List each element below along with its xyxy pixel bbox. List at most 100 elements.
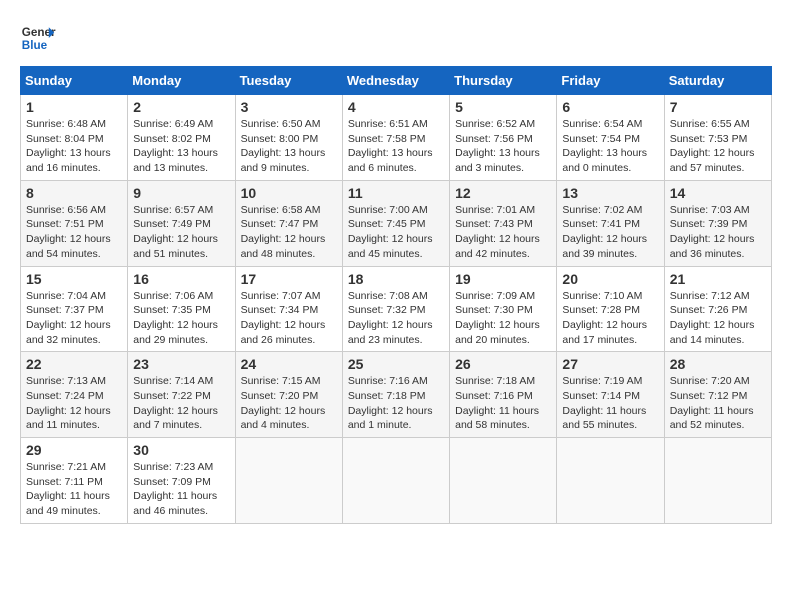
day-number: 20	[562, 271, 658, 287]
day-info: Sunrise: 7:23 AMSunset: 7:09 PMDaylight:…	[133, 461, 217, 517]
weekday-header-friday: Friday	[557, 67, 664, 95]
day-info: Sunrise: 6:48 AMSunset: 8:04 PMDaylight:…	[26, 118, 111, 174]
svg-text:Blue: Blue	[22, 39, 48, 52]
calendar-cell: 2Sunrise: 6:49 AMSunset: 8:02 PMDaylight…	[128, 95, 235, 181]
calendar-cell	[557, 438, 664, 524]
day-number: 26	[455, 356, 551, 372]
calendar-cell: 26 Sunrise: 7:18 AMSunset: 7:16 PMDayligh…	[450, 352, 557, 438]
day-number: 4	[348, 99, 444, 115]
day-info: Sunrise: 7:00 AMSunset: 7:45 PMDaylight:…	[348, 204, 433, 260]
day-number: 22	[26, 356, 122, 372]
day-info: Sunrise: 6:57 AMSunset: 7:49 PMDaylight:…	[133, 204, 218, 260]
day-number: 5	[455, 99, 551, 115]
calendar-cell: 27 Sunrise: 7:19 AMSunset: 7:14 PMDayligh…	[557, 352, 664, 438]
weekday-header-row: SundayMondayTuesdayWednesdayThursdayFrid…	[21, 67, 772, 95]
day-info: Sunrise: 7:02 AMSunset: 7:41 PMDaylight:…	[562, 204, 647, 260]
calendar-cell: 18 Sunrise: 7:08 AMSunset: 7:32 PMDayligh…	[342, 266, 449, 352]
day-number: 23	[133, 356, 229, 372]
calendar-cell: 10 Sunrise: 6:58 AMSunset: 7:47 PMDayligh…	[235, 180, 342, 266]
day-info: Sunrise: 7:03 AMSunset: 7:39 PMDaylight:…	[670, 204, 755, 260]
day-number: 6	[562, 99, 658, 115]
day-info: Sunrise: 7:06 AMSunset: 7:35 PMDaylight:…	[133, 290, 218, 346]
day-number: 16	[133, 271, 229, 287]
calendar-cell: 3 Sunrise: 6:50 AMSunset: 8:00 PMDaylight…	[235, 95, 342, 181]
calendar-cell	[342, 438, 449, 524]
day-number: 15	[26, 271, 122, 287]
calendar-cell: 20Sunrise: 7:10 AMSunset: 7:28 PMDayligh…	[557, 266, 664, 352]
calendar-cell: 5Sunrise: 6:52 AMSunset: 7:56 PMDaylight…	[450, 95, 557, 181]
day-number: 19	[455, 271, 551, 287]
calendar-cell: 30 Sunrise: 7:23 AMSunset: 7:09 PMDayligh…	[128, 438, 235, 524]
calendar-cell: 21 Sunrise: 7:12 AMSunset: 7:26 PMDayligh…	[664, 266, 771, 352]
day-info: Sunrise: 6:54 AMSunset: 7:54 PMDaylight:…	[562, 118, 647, 174]
logo: General Blue	[20, 20, 56, 56]
calendar-cell: 17 Sunrise: 7:07 AMSunset: 7:34 PMDayligh…	[235, 266, 342, 352]
day-number: 25	[348, 356, 444, 372]
day-number: 10	[241, 185, 337, 201]
calendar-week-row: 22Sunrise: 7:13 AMSunset: 7:24 PMDayligh…	[21, 352, 772, 438]
calendar-week-row: 8 Sunrise: 6:56 AMSunset: 7:51 PMDaylight…	[21, 180, 772, 266]
calendar-cell: 24 Sunrise: 7:15 AMSunset: 7:20 PMDayligh…	[235, 352, 342, 438]
calendar-cell: 11 Sunrise: 7:00 AMSunset: 7:45 PMDayligh…	[342, 180, 449, 266]
calendar-cell: 15 Sunrise: 7:04 AMSunset: 7:37 PMDayligh…	[21, 266, 128, 352]
day-info: Sunrise: 7:20 AMSunset: 7:12 PMDaylight:…	[670, 375, 754, 431]
day-number: 11	[348, 185, 444, 201]
day-number: 21	[670, 271, 766, 287]
calendar-cell: 12 Sunrise: 7:01 AMSunset: 7:43 PMDayligh…	[450, 180, 557, 266]
calendar-cell: 8 Sunrise: 6:56 AMSunset: 7:51 PMDaylight…	[21, 180, 128, 266]
header: General Blue	[20, 20, 772, 56]
weekday-header-wednesday: Wednesday	[342, 67, 449, 95]
weekday-header-saturday: Saturday	[664, 67, 771, 95]
calendar-cell: 4 Sunrise: 6:51 AMSunset: 7:58 PMDaylight…	[342, 95, 449, 181]
day-number: 13	[562, 185, 658, 201]
day-info: Sunrise: 7:04 AMSunset: 7:37 PMDaylight:…	[26, 290, 111, 346]
day-number: 12	[455, 185, 551, 201]
calendar-cell: 29 Sunrise: 7:21 AMSunset: 7:11 PMDayligh…	[21, 438, 128, 524]
day-info: Sunrise: 6:58 AMSunset: 7:47 PMDaylight:…	[241, 204, 326, 260]
day-number: 28	[670, 356, 766, 372]
day-number: 3	[241, 99, 337, 115]
calendar-week-row: 15 Sunrise: 7:04 AMSunset: 7:37 PMDayligh…	[21, 266, 772, 352]
day-info: Sunrise: 6:50 AMSunset: 8:00 PMDaylight:…	[241, 118, 326, 174]
day-number: 18	[348, 271, 444, 287]
day-number: 7	[670, 99, 766, 115]
day-number: 24	[241, 356, 337, 372]
calendar-cell: 14 Sunrise: 7:03 AMSunset: 7:39 PMDayligh…	[664, 180, 771, 266]
calendar-table: SundayMondayTuesdayWednesdayThursdayFrid…	[20, 66, 772, 524]
calendar-cell	[450, 438, 557, 524]
calendar-cell: 7 Sunrise: 6:55 AMSunset: 7:53 PMDaylight…	[664, 95, 771, 181]
day-number: 27	[562, 356, 658, 372]
day-info: Sunrise: 7:21 AMSunset: 7:11 PMDaylight:…	[26, 461, 110, 517]
calendar-cell: 22Sunrise: 7:13 AMSunset: 7:24 PMDayligh…	[21, 352, 128, 438]
day-number: 30	[133, 442, 229, 458]
calendar-cell: 28 Sunrise: 7:20 AMSunset: 7:12 PMDayligh…	[664, 352, 771, 438]
day-number: 8	[26, 185, 122, 201]
weekday-header-thursday: Thursday	[450, 67, 557, 95]
calendar-cell: 19Sunrise: 7:09 AMSunset: 7:30 PMDayligh…	[450, 266, 557, 352]
day-info: Sunrise: 7:01 AMSunset: 7:43 PMDaylight:…	[455, 204, 540, 260]
day-info: Sunrise: 7:18 AMSunset: 7:16 PMDaylight:…	[455, 375, 539, 431]
weekday-header-sunday: Sunday	[21, 67, 128, 95]
calendar-week-row: 1 Sunrise: 6:48 AMSunset: 8:04 PMDaylight…	[21, 95, 772, 181]
calendar-cell: 1 Sunrise: 6:48 AMSunset: 8:04 PMDaylight…	[21, 95, 128, 181]
day-number: 1	[26, 99, 122, 115]
day-info: Sunrise: 6:56 AMSunset: 7:51 PMDaylight:…	[26, 204, 111, 260]
calendar-cell: 16 Sunrise: 7:06 AMSunset: 7:35 PMDayligh…	[128, 266, 235, 352]
day-number: 29	[26, 442, 122, 458]
calendar-cell: 13 Sunrise: 7:02 AMSunset: 7:41 PMDayligh…	[557, 180, 664, 266]
day-info: Sunrise: 6:55 AMSunset: 7:53 PMDaylight:…	[670, 118, 755, 174]
day-number: 2	[133, 99, 229, 115]
day-info: Sunrise: 7:19 AMSunset: 7:14 PMDaylight:…	[562, 375, 646, 431]
calendar-week-row: 29 Sunrise: 7:21 AMSunset: 7:11 PMDayligh…	[21, 438, 772, 524]
calendar-cell: 25Sunrise: 7:16 AMSunset: 7:18 PMDayligh…	[342, 352, 449, 438]
day-info: Sunrise: 7:07 AMSunset: 7:34 PMDaylight:…	[241, 290, 326, 346]
day-info: Sunrise: 7:15 AMSunset: 7:20 PMDaylight:…	[241, 375, 326, 431]
calendar-cell: 9 Sunrise: 6:57 AMSunset: 7:49 PMDaylight…	[128, 180, 235, 266]
day-number: 9	[133, 185, 229, 201]
day-info: Sunrise: 6:51 AMSunset: 7:58 PMDaylight:…	[348, 118, 433, 174]
day-info: Sunrise: 7:12 AMSunset: 7:26 PMDaylight:…	[670, 290, 755, 346]
day-info: Sunrise: 7:08 AMSunset: 7:32 PMDaylight:…	[348, 290, 433, 346]
day-info: Sunrise: 7:14 AMSunset: 7:22 PMDaylight:…	[133, 375, 218, 431]
day-number: 17	[241, 271, 337, 287]
day-number: 14	[670, 185, 766, 201]
